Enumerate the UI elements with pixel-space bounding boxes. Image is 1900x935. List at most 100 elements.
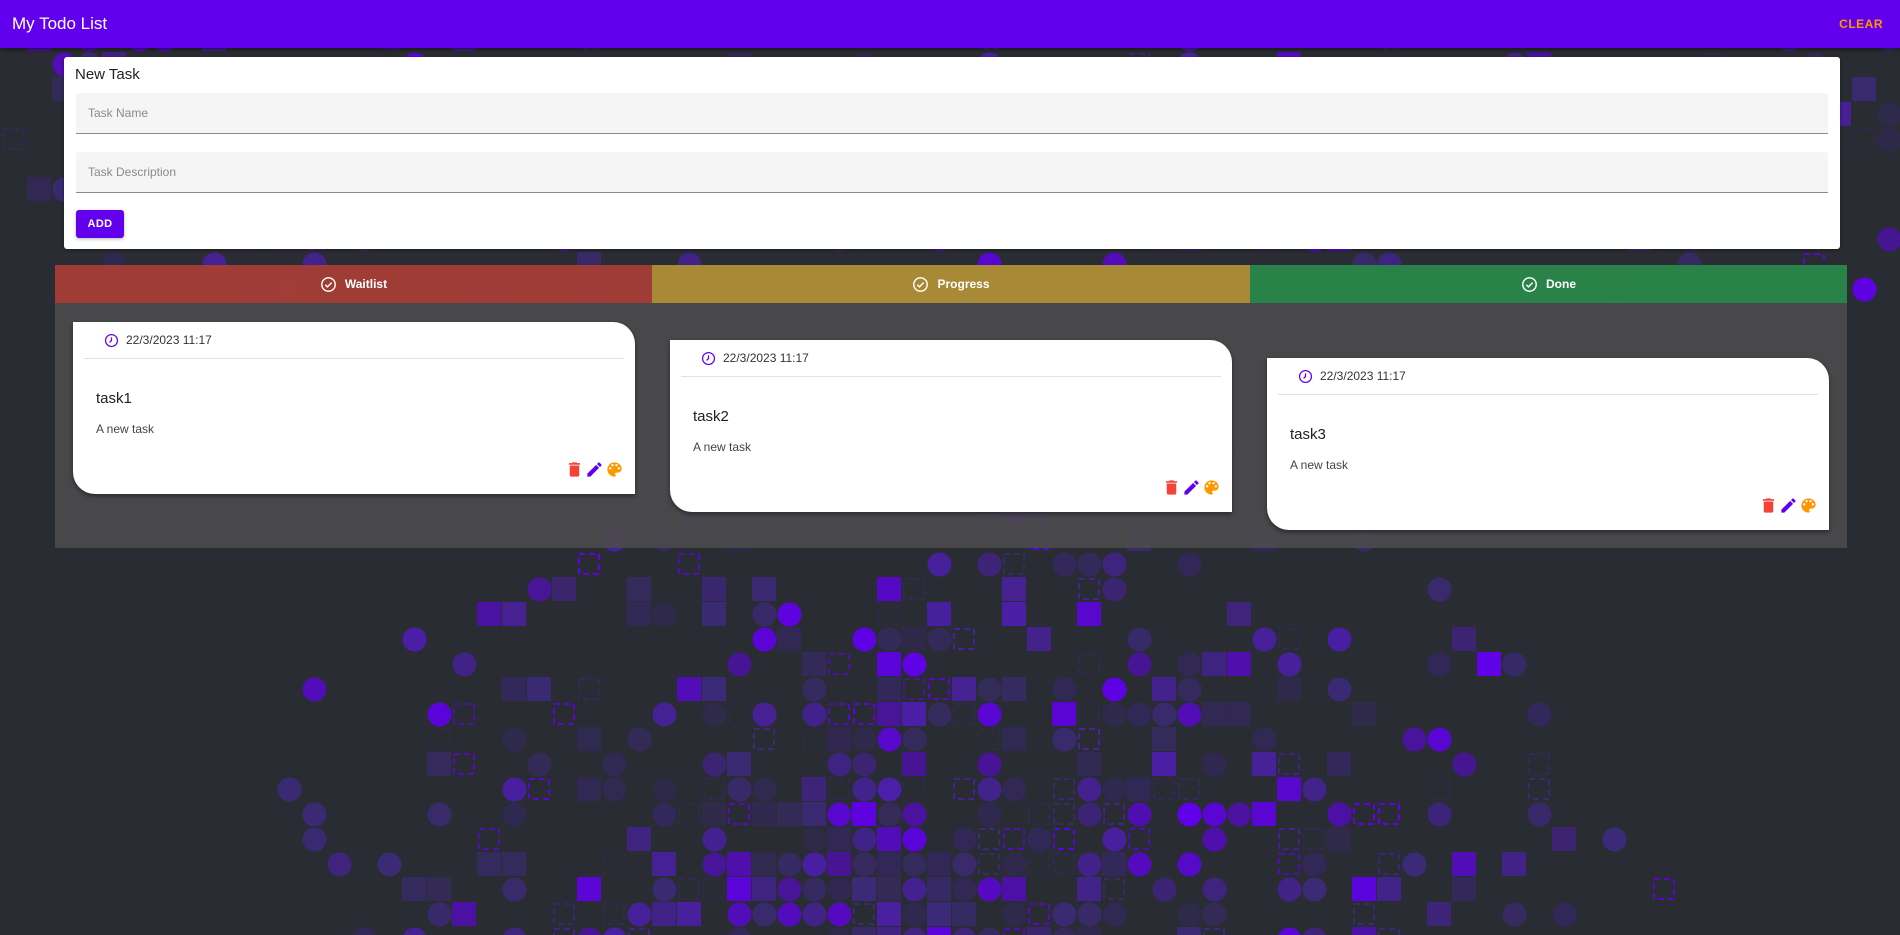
background-shape (752, 777, 777, 802)
background-shape (503, 927, 526, 935)
background-shape (403, 927, 426, 935)
background-shape (553, 928, 575, 935)
background-shape (1077, 552, 1102, 577)
background-shape (1303, 927, 1326, 935)
background-shape (1428, 778, 1450, 800)
background-shape (1278, 927, 1301, 935)
background-shape (1452, 752, 1477, 777)
task-card[interactable]: 22/3/2023 11:17 task2 A new task (670, 340, 1232, 512)
background-shape (703, 778, 725, 800)
background-shape (1028, 903, 1050, 925)
background-shape (1427, 652, 1452, 677)
background-shape (678, 803, 700, 825)
background-shape (727, 877, 751, 901)
background-shape (927, 852, 951, 876)
palette-icon[interactable] (1799, 496, 1818, 515)
edit-icon[interactable] (585, 460, 604, 479)
background-shape (627, 902, 652, 927)
background-shape (902, 852, 927, 877)
background-shape (677, 677, 701, 701)
background-shape (502, 877, 527, 902)
background-shape (277, 777, 302, 802)
background-shape (877, 902, 901, 926)
background-shape (1852, 277, 1877, 302)
palette-icon[interactable] (1202, 478, 1221, 497)
background-shape (1078, 728, 1100, 750)
task-description-input[interactable] (76, 152, 1828, 193)
task-card[interactable]: 22/3/2023 11:17 task1 A new task (73, 322, 635, 494)
background-shape (727, 902, 752, 927)
palette-icon[interactable] (605, 460, 624, 479)
background-shape (877, 827, 901, 851)
background-shape (1027, 927, 1051, 935)
task-name-input[interactable] (76, 93, 1828, 134)
background-shape (1353, 903, 1375, 925)
background-shape (1177, 927, 1201, 935)
background-shape (902, 802, 927, 827)
background-shape (727, 852, 751, 876)
background-shape (977, 752, 1002, 777)
background-shape (477, 852, 501, 876)
background-shape (1278, 628, 1300, 650)
background-shape (1003, 553, 1025, 575)
background-shape (728, 927, 751, 935)
background-shape (1127, 702, 1152, 727)
background-shape (1352, 702, 1376, 726)
background-shape (652, 852, 676, 876)
background-shape (602, 777, 627, 802)
background-shape (827, 827, 851, 851)
background-shape (1353, 803, 1375, 825)
background-shape (553, 903, 575, 925)
background-shape (652, 802, 677, 827)
task-card[interactable]: 22/3/2023 11:17 task3 A new task (1267, 358, 1829, 530)
delete-icon[interactable] (1162, 478, 1181, 497)
background-shape (927, 877, 951, 901)
background-shape (427, 802, 452, 827)
background-shape (577, 877, 601, 901)
background-shape (902, 627, 926, 651)
background-shape (1303, 828, 1325, 850)
background-shape (977, 677, 1002, 702)
edit-icon[interactable] (1182, 478, 1201, 497)
add-button[interactable]: ADD (76, 210, 124, 238)
background-shape (927, 602, 951, 626)
background-shape (1277, 677, 1301, 701)
background-shape (1002, 602, 1026, 626)
edit-icon[interactable] (1779, 496, 1798, 515)
background-shape (1877, 127, 1900, 152)
background-shape (1127, 777, 1151, 801)
background-shape (1152, 877, 1177, 902)
task-date: 22/3/2023 11:17 (1320, 369, 1406, 383)
background-shape (878, 603, 900, 625)
background-shape (1152, 677, 1176, 701)
column-header-progress[interactable]: Progress (652, 265, 1250, 303)
background-shape (1177, 552, 1202, 577)
background-shape (1852, 77, 1876, 101)
column-header-waitlist[interactable]: Waitlist (55, 265, 652, 303)
background-shape (502, 852, 526, 876)
background-shape (477, 602, 501, 626)
background-shape (1103, 878, 1125, 900)
background-shape (1502, 852, 1526, 876)
background-shape (1053, 828, 1075, 850)
app-title: My Todo List (12, 14, 108, 33)
background-shape (828, 703, 850, 725)
background-shape (402, 877, 426, 901)
background-shape (978, 927, 1001, 935)
clear-button[interactable]: CLEAR (1839, 17, 1883, 31)
column-header-done[interactable]: Done (1250, 265, 1847, 303)
background-shape (927, 627, 952, 652)
background-shape (902, 652, 927, 677)
delete-icon[interactable] (565, 460, 584, 479)
background-shape (1202, 802, 1227, 827)
background-shape (852, 852, 877, 877)
background-shape (1252, 752, 1276, 776)
background-shape (1352, 927, 1376, 935)
background-shape (1327, 627, 1352, 652)
background-shape (1427, 802, 1452, 827)
column-label: Done (1546, 277, 1576, 291)
background-shape (827, 727, 851, 751)
background-shape (552, 577, 576, 601)
delete-icon[interactable] (1759, 496, 1778, 515)
background-shape (827, 877, 852, 902)
